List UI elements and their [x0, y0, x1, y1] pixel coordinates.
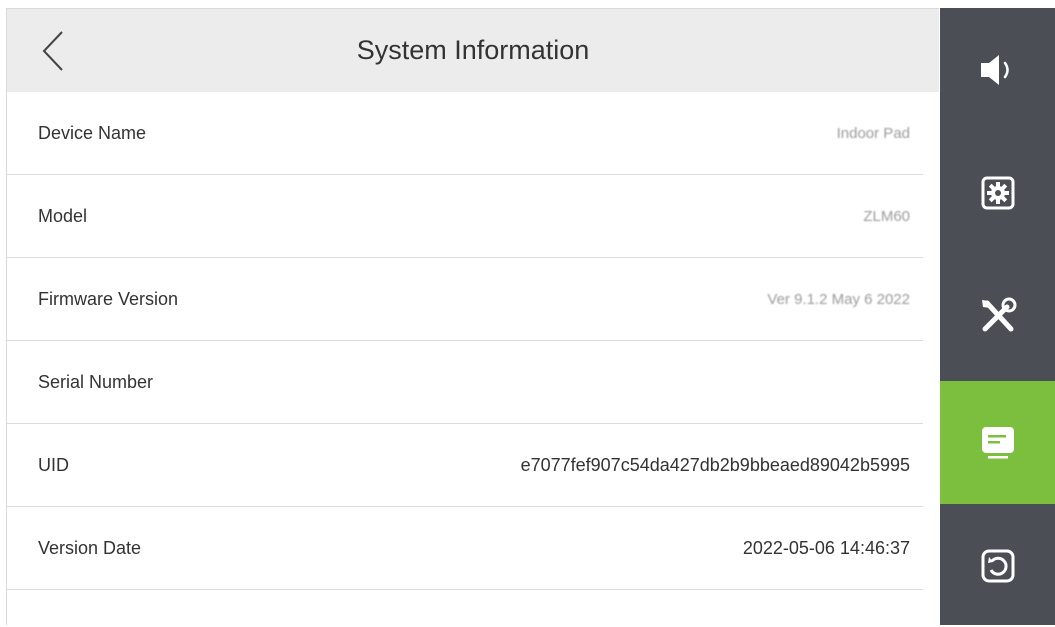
info-row-device-name: Device Name Indoor Pad	[7, 92, 923, 175]
speaker-icon	[980, 54, 1009, 85]
info-label: Firmware Version	[38, 288, 179, 309]
info-label: Version Date	[38, 537, 142, 558]
main-panel: System Information Device Name Indoor Pa…	[6, 8, 939, 625]
sidebar-item-maintenance[interactable]	[940, 254, 1055, 377]
info-row-serial-number: Serial Number	[7, 341, 923, 424]
info-value: ZLM60	[863, 207, 910, 225]
sidebar-item-system-info[interactable]	[940, 381, 1055, 504]
info-label: Model	[38, 205, 88, 226]
sidebar-item-sound[interactable]	[940, 8, 1055, 131]
chevron-left-icon	[42, 31, 63, 71]
info-row-version-date: Version Date 2022-05-06 14:46:37	[7, 507, 923, 590]
info-value: Ver 9.1.2 May 6 2022	[767, 290, 910, 308]
info-value: e7077fef907c54da427db2b9bbeaed89042b5995	[520, 454, 910, 475]
info-label: Device Name	[38, 122, 147, 143]
info-label: Serial Number	[38, 371, 154, 392]
tools-icon	[981, 297, 1016, 331]
sidebar-item-settings[interactable]	[940, 131, 1055, 254]
back-button[interactable]	[33, 23, 73, 79]
info-label: UID	[38, 454, 69, 475]
info-value: Indoor Pad	[836, 124, 910, 142]
restore-icon	[981, 549, 1014, 582]
info-row-model: Model ZLM60	[7, 175, 923, 258]
page-title: System Information	[356, 35, 590, 65]
info-list: Device Name Indoor Pad Model ZLM60 Firmw…	[7, 92, 939, 590]
info-icon	[981, 426, 1014, 458]
info-row-uid: UID e7077fef907c54da427db2b9bbeaed89042b…	[7, 424, 923, 507]
header-bar: System Information	[7, 9, 939, 92]
sidebar	[940, 8, 1055, 625]
sidebar-item-restore[interactable]	[940, 504, 1055, 627]
gear-icon	[981, 176, 1014, 209]
app-frame: System Information Device Name Indoor Pa…	[0, 0, 1055, 625]
info-value: 2022-05-06 14:46:37	[742, 537, 910, 558]
info-row-firmware-version: Firmware Version Ver 9.1.2 May 6 2022	[7, 258, 923, 341]
